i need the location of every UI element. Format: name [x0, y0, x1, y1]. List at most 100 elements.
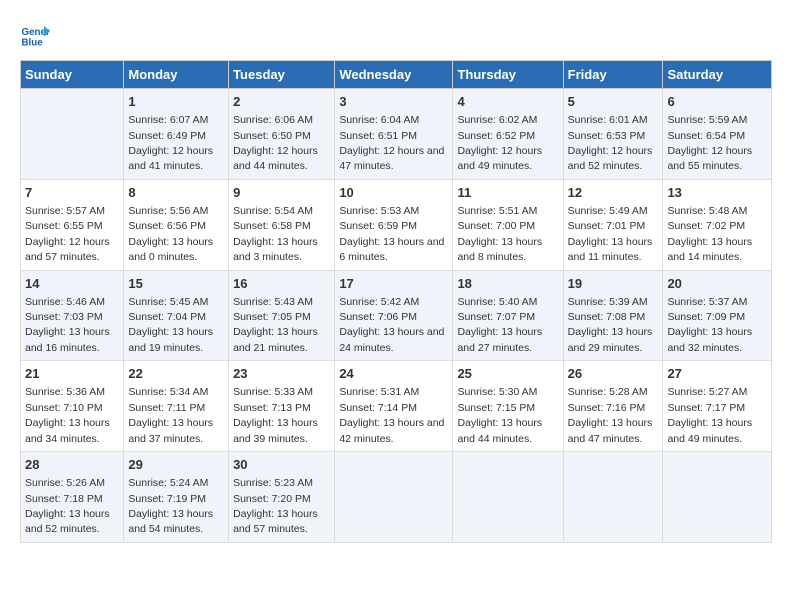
- day-number: 20: [667, 275, 767, 293]
- calendar-header-cell: Sunday: [21, 61, 124, 89]
- day-info: Sunrise: 6:02 AMSunset: 6:52 PMDaylight:…: [457, 114, 542, 172]
- calendar-day-cell: 18 Sunrise: 5:40 AMSunset: 7:07 PMDaylig…: [453, 270, 563, 361]
- day-number: 10: [339, 184, 448, 202]
- calendar-day-cell: 6 Sunrise: 5:59 AMSunset: 6:54 PMDayligh…: [663, 89, 772, 180]
- calendar-day-cell: 28 Sunrise: 5:26 AMSunset: 7:18 PMDaylig…: [21, 452, 124, 543]
- calendar-header-cell: Wednesday: [335, 61, 453, 89]
- calendar-day-cell: 8 Sunrise: 5:56 AMSunset: 6:56 PMDayligh…: [124, 179, 229, 270]
- day-number: 4: [457, 93, 558, 111]
- calendar-day-cell: [663, 452, 772, 543]
- calendar-week-row: 21 Sunrise: 5:36 AMSunset: 7:10 PMDaylig…: [21, 361, 772, 452]
- calendar-week-row: 1 Sunrise: 6:07 AMSunset: 6:49 PMDayligh…: [21, 89, 772, 180]
- day-info: Sunrise: 5:53 AMSunset: 6:59 PMDaylight:…: [339, 205, 444, 263]
- calendar-day-cell: 2 Sunrise: 6:06 AMSunset: 6:50 PMDayligh…: [229, 89, 335, 180]
- calendar-day-cell: 7 Sunrise: 5:57 AMSunset: 6:55 PMDayligh…: [21, 179, 124, 270]
- day-info: Sunrise: 5:59 AMSunset: 6:54 PMDaylight:…: [667, 114, 752, 172]
- day-info: Sunrise: 5:48 AMSunset: 7:02 PMDaylight:…: [667, 205, 752, 263]
- calendar-header-cell: Friday: [563, 61, 663, 89]
- calendar-header-cell: Tuesday: [229, 61, 335, 89]
- day-number: 16: [233, 275, 330, 293]
- day-number: 17: [339, 275, 448, 293]
- header: General Blue: [20, 20, 772, 50]
- day-number: 21: [25, 365, 119, 383]
- day-number: 1: [128, 93, 224, 111]
- calendar-day-cell: 13 Sunrise: 5:48 AMSunset: 7:02 PMDaylig…: [663, 179, 772, 270]
- day-number: 30: [233, 456, 330, 474]
- day-info: Sunrise: 5:23 AMSunset: 7:20 PMDaylight:…: [233, 477, 318, 535]
- calendar-day-cell: 24 Sunrise: 5:31 AMSunset: 7:14 PMDaylig…: [335, 361, 453, 452]
- day-number: 22: [128, 365, 224, 383]
- calendar-day-cell: 1 Sunrise: 6:07 AMSunset: 6:49 PMDayligh…: [124, 89, 229, 180]
- calendar-day-cell: 27 Sunrise: 5:27 AMSunset: 7:17 PMDaylig…: [663, 361, 772, 452]
- day-number: 29: [128, 456, 224, 474]
- day-number: 28: [25, 456, 119, 474]
- day-info: Sunrise: 5:42 AMSunset: 7:06 PMDaylight:…: [339, 296, 444, 354]
- calendar-day-cell: 20 Sunrise: 5:37 AMSunset: 7:09 PMDaylig…: [663, 270, 772, 361]
- day-number: 26: [568, 365, 659, 383]
- day-info: Sunrise: 5:45 AMSunset: 7:04 PMDaylight:…: [128, 296, 213, 354]
- calendar-day-cell: 26 Sunrise: 5:28 AMSunset: 7:16 PMDaylig…: [563, 361, 663, 452]
- day-info: Sunrise: 6:06 AMSunset: 6:50 PMDaylight:…: [233, 114, 318, 172]
- calendar-day-cell: 25 Sunrise: 5:30 AMSunset: 7:15 PMDaylig…: [453, 361, 563, 452]
- day-number: 14: [25, 275, 119, 293]
- day-number: 19: [568, 275, 659, 293]
- day-number: 8: [128, 184, 224, 202]
- day-info: Sunrise: 5:34 AMSunset: 7:11 PMDaylight:…: [128, 386, 213, 444]
- day-info: Sunrise: 5:31 AMSunset: 7:14 PMDaylight:…: [339, 386, 444, 444]
- day-info: Sunrise: 6:04 AMSunset: 6:51 PMDaylight:…: [339, 114, 444, 172]
- day-number: 13: [667, 184, 767, 202]
- calendar-week-row: 28 Sunrise: 5:26 AMSunset: 7:18 PMDaylig…: [21, 452, 772, 543]
- calendar-day-cell: 11 Sunrise: 5:51 AMSunset: 7:00 PMDaylig…: [453, 179, 563, 270]
- calendar-day-cell: 19 Sunrise: 5:39 AMSunset: 7:08 PMDaylig…: [563, 270, 663, 361]
- calendar-day-cell: [335, 452, 453, 543]
- day-number: 5: [568, 93, 659, 111]
- day-info: Sunrise: 6:01 AMSunset: 6:53 PMDaylight:…: [568, 114, 653, 172]
- calendar-day-cell: 10 Sunrise: 5:53 AMSunset: 6:59 PMDaylig…: [335, 179, 453, 270]
- day-number: 12: [568, 184, 659, 202]
- day-info: Sunrise: 5:57 AMSunset: 6:55 PMDaylight:…: [25, 205, 110, 263]
- day-number: 23: [233, 365, 330, 383]
- calendar-header-cell: Saturday: [663, 61, 772, 89]
- day-number: 25: [457, 365, 558, 383]
- day-number: 24: [339, 365, 448, 383]
- day-info: Sunrise: 5:40 AMSunset: 7:07 PMDaylight:…: [457, 296, 542, 354]
- calendar-day-cell: 5 Sunrise: 6:01 AMSunset: 6:53 PMDayligh…: [563, 89, 663, 180]
- day-number: 9: [233, 184, 330, 202]
- calendar-day-cell: 22 Sunrise: 5:34 AMSunset: 7:11 PMDaylig…: [124, 361, 229, 452]
- calendar-day-cell: 21 Sunrise: 5:36 AMSunset: 7:10 PMDaylig…: [21, 361, 124, 452]
- calendar-day-cell: 29 Sunrise: 5:24 AMSunset: 7:19 PMDaylig…: [124, 452, 229, 543]
- calendar-day-cell: 16 Sunrise: 5:43 AMSunset: 7:05 PMDaylig…: [229, 270, 335, 361]
- day-info: Sunrise: 5:37 AMSunset: 7:09 PMDaylight:…: [667, 296, 752, 354]
- calendar-day-cell: 17 Sunrise: 5:42 AMSunset: 7:06 PMDaylig…: [335, 270, 453, 361]
- day-info: Sunrise: 5:24 AMSunset: 7:19 PMDaylight:…: [128, 477, 213, 535]
- calendar-table: SundayMondayTuesdayWednesdayThursdayFrid…: [20, 60, 772, 543]
- calendar-day-cell: 12 Sunrise: 5:49 AMSunset: 7:01 PMDaylig…: [563, 179, 663, 270]
- calendar-day-cell: 30 Sunrise: 5:23 AMSunset: 7:20 PMDaylig…: [229, 452, 335, 543]
- day-number: 2: [233, 93, 330, 111]
- day-number: 3: [339, 93, 448, 111]
- calendar-day-cell: 9 Sunrise: 5:54 AMSunset: 6:58 PMDayligh…: [229, 179, 335, 270]
- calendar-day-cell: 14 Sunrise: 5:46 AMSunset: 7:03 PMDaylig…: [21, 270, 124, 361]
- calendar-body: 1 Sunrise: 6:07 AMSunset: 6:49 PMDayligh…: [21, 89, 772, 543]
- day-number: 27: [667, 365, 767, 383]
- calendar-day-cell: [453, 452, 563, 543]
- svg-text:Blue: Blue: [22, 38, 44, 49]
- day-info: Sunrise: 6:07 AMSunset: 6:49 PMDaylight:…: [128, 114, 213, 172]
- day-info: Sunrise: 5:30 AMSunset: 7:15 PMDaylight:…: [457, 386, 542, 444]
- day-number: 6: [667, 93, 767, 111]
- logo-icon: General Blue: [20, 20, 50, 50]
- calendar-header-cell: Monday: [124, 61, 229, 89]
- day-info: Sunrise: 5:27 AMSunset: 7:17 PMDaylight:…: [667, 386, 752, 444]
- day-info: Sunrise: 5:26 AMSunset: 7:18 PMDaylight:…: [25, 477, 110, 535]
- day-info: Sunrise: 5:56 AMSunset: 6:56 PMDaylight:…: [128, 205, 213, 263]
- day-info: Sunrise: 5:39 AMSunset: 7:08 PMDaylight:…: [568, 296, 653, 354]
- day-info: Sunrise: 5:54 AMSunset: 6:58 PMDaylight:…: [233, 205, 318, 263]
- calendar-week-row: 14 Sunrise: 5:46 AMSunset: 7:03 PMDaylig…: [21, 270, 772, 361]
- calendar-header-cell: Thursday: [453, 61, 563, 89]
- calendar-day-cell: [563, 452, 663, 543]
- day-number: 11: [457, 184, 558, 202]
- calendar-week-row: 7 Sunrise: 5:57 AMSunset: 6:55 PMDayligh…: [21, 179, 772, 270]
- day-info: Sunrise: 5:33 AMSunset: 7:13 PMDaylight:…: [233, 386, 318, 444]
- day-info: Sunrise: 5:51 AMSunset: 7:00 PMDaylight:…: [457, 205, 542, 263]
- calendar-header-row: SundayMondayTuesdayWednesdayThursdayFrid…: [21, 61, 772, 89]
